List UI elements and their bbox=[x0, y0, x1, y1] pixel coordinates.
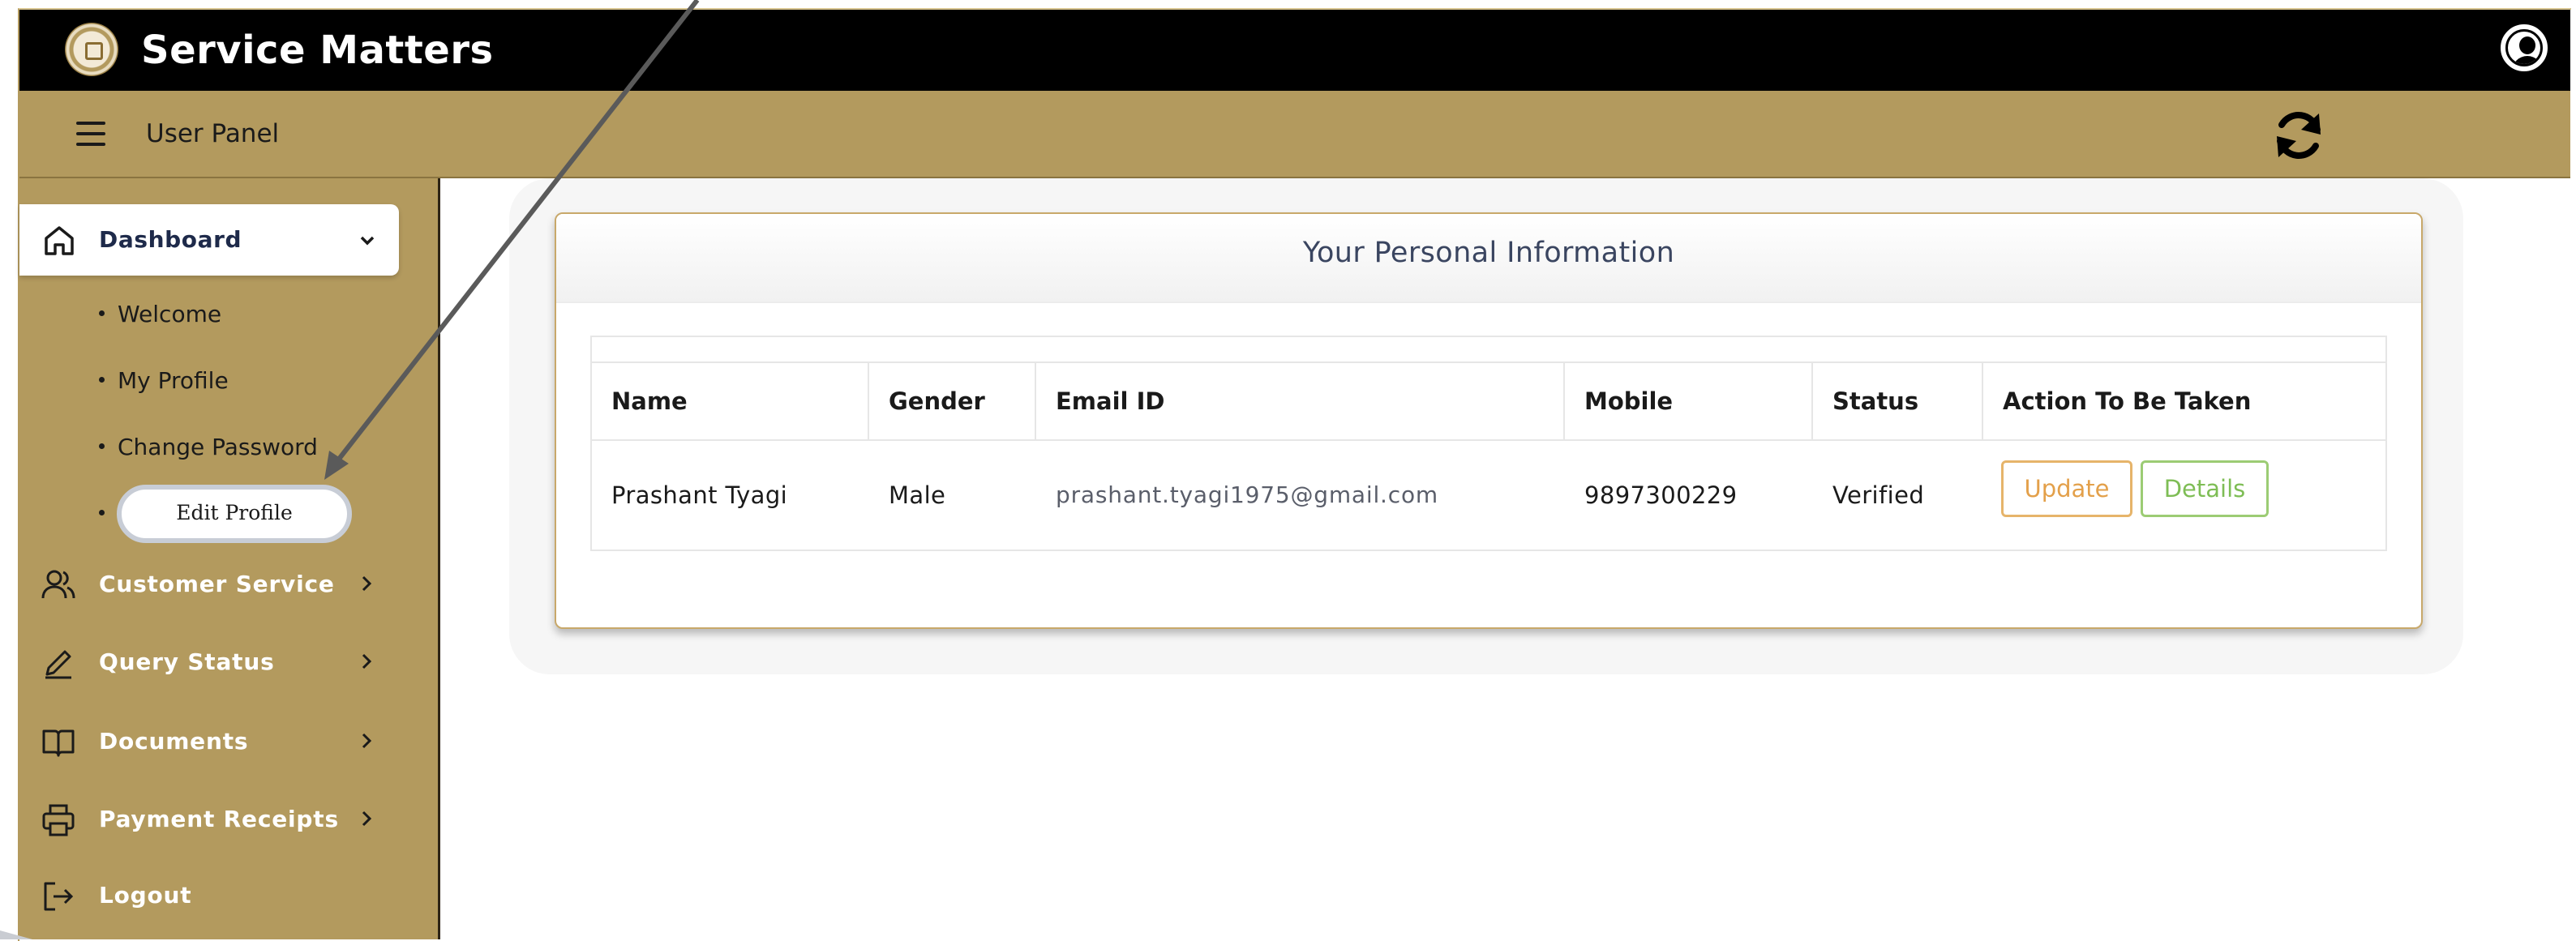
sidebar-item-label: Documents bbox=[99, 728, 249, 755]
sidebar-item-label: Payment Receipts bbox=[99, 806, 339, 832]
chevron-right-icon bbox=[362, 733, 372, 749]
cell-status: Verified bbox=[1832, 481, 1925, 509]
cell-name: Prashant Tyagi bbox=[611, 481, 788, 509]
sidebar-item-logout[interactable]: Logout bbox=[19, 867, 438, 924]
sidebar-subitem-edit-profile-bullet bbox=[99, 498, 118, 530]
column-header-status: Status bbox=[1813, 363, 1983, 439]
home-icon bbox=[45, 226, 74, 255]
logout-icon bbox=[44, 882, 74, 911]
sidebar-item-query-status[interactable]: Query Status bbox=[19, 634, 438, 691]
update-button[interactable]: Update bbox=[2001, 460, 2132, 517]
column-header-mobile: Mobile bbox=[1565, 363, 1813, 439]
sidebar: Dashboard Welcome My Profile Change Pass… bbox=[19, 178, 440, 939]
cell-mobile: 9897300229 bbox=[1584, 481, 1738, 509]
sidebar-item-documents[interactable]: Documents bbox=[19, 713, 438, 770]
users-icon bbox=[41, 570, 75, 599]
chevron-right-icon bbox=[362, 653, 372, 669]
column-header-gender: Gender bbox=[869, 363, 1036, 439]
sidebar-item-label: Customer Service bbox=[99, 571, 335, 597]
column-header-email: Email ID bbox=[1036, 363, 1565, 439]
sidebar-item-label: Query Status bbox=[99, 648, 275, 675]
sidebar-subitem-edit-profile[interactable]: Edit Profile bbox=[117, 485, 352, 543]
column-header-action: Action To Be Taken bbox=[2003, 387, 2252, 415]
sidebar-item-customer-service[interactable]: Customer Service bbox=[19, 556, 438, 613]
sidebar-subitem-label: My Profile bbox=[118, 367, 229, 394]
refresh-icon[interactable] bbox=[2269, 105, 2329, 165]
app-title: Service Matters bbox=[141, 28, 494, 73]
sidebar-subitem-my-profile[interactable]: My Profile bbox=[99, 365, 229, 397]
user-account-icon[interactable] bbox=[2501, 24, 2548, 71]
sub-header: User Panel bbox=[19, 91, 2570, 178]
card-title: Your Personal Information bbox=[1302, 237, 1675, 269]
table-top-row bbox=[592, 337, 2385, 363]
personal-info-card: Your Personal Information Name Gender Em… bbox=[555, 212, 2423, 629]
chevron-down-icon bbox=[360, 236, 375, 246]
sidebar-subitem-welcome[interactable]: Welcome bbox=[99, 298, 221, 331]
chevron-right-icon bbox=[362, 811, 372, 827]
app-logo bbox=[65, 23, 118, 76]
cell-gender: Male bbox=[889, 481, 946, 509]
column-header-name: Name bbox=[592, 363, 869, 439]
top-header: Service Matters bbox=[19, 10, 2570, 91]
cell-email: prashant.tyagi1975@gmail.com bbox=[1056, 481, 1438, 508]
card-header: Your Personal Information bbox=[556, 214, 2421, 303]
sidebar-subitem-label: Welcome bbox=[118, 301, 222, 327]
personal-info-table: Name Gender Email ID Mobile Status Actio… bbox=[590, 336, 2387, 551]
sidebar-item-payment-receipts[interactable]: Payment Receipts bbox=[19, 791, 438, 848]
pen-icon bbox=[45, 650, 71, 679]
panel-label: User Panel bbox=[146, 119, 280, 148]
table-header-divider bbox=[592, 439, 2385, 441]
chevron-right-icon bbox=[362, 575, 372, 592]
book-icon bbox=[42, 729, 75, 757]
sidebar-item-dashboard[interactable]: Dashboard bbox=[19, 204, 399, 276]
printer-icon bbox=[42, 804, 75, 836]
sidebar-subitem-label: Change Password bbox=[118, 434, 318, 460]
sidebar-item-label: Logout bbox=[99, 882, 192, 909]
details-button[interactable]: Details bbox=[2141, 460, 2269, 517]
sidebar-subitem-change-password[interactable]: Change Password bbox=[99, 431, 318, 464]
sidebar-item-label: Dashboard bbox=[99, 226, 242, 253]
hamburger-menu-icon[interactable] bbox=[76, 122, 105, 146]
